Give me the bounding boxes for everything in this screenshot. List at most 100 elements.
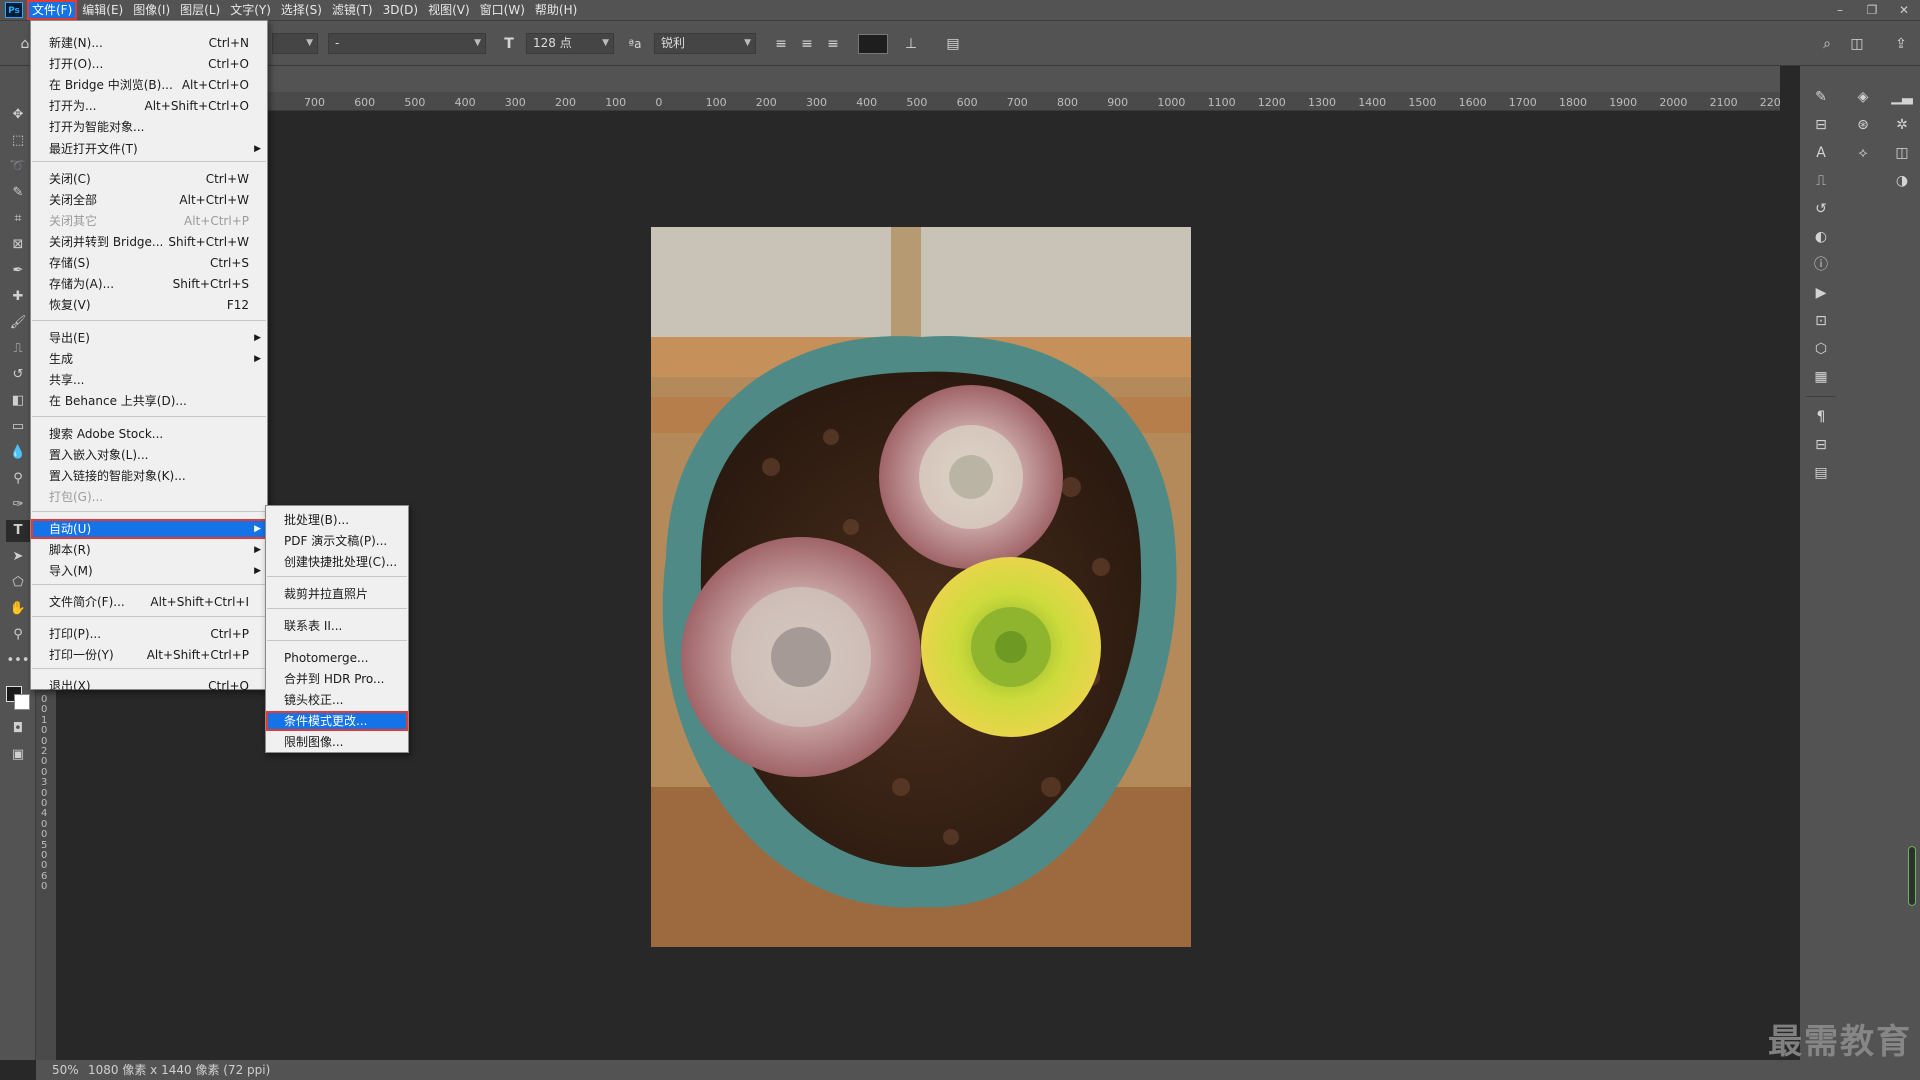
font-family-select-tail[interactable]: ▼: [272, 33, 318, 54]
automate-menu-item[interactable]: 联系表 II...: [266, 616, 408, 636]
path-select-tool-icon[interactable]: ➤: [6, 546, 30, 568]
automate-menu-item[interactable]: 创建快捷批处理(C)...: [266, 552, 408, 572]
info-icon[interactable]: ⓘ: [1810, 254, 1832, 276]
menu-6[interactable]: 滤镜(T): [327, 0, 378, 20]
menu-10[interactable]: 帮助(H): [530, 0, 582, 20]
lasso-tool-icon[interactable]: ➰: [6, 156, 30, 178]
document-info[interactable]: 1080 像素 x 1440 像素 (72 ppi): [88, 1060, 270, 1080]
vertical-scrollbar[interactable]: [1908, 846, 1916, 906]
paragraph-icon[interactable]: ¶: [1810, 406, 1832, 428]
paths-icon[interactable]: ⟡: [1852, 142, 1874, 164]
file-menu-item[interactable]: 打印一份(Y) Alt+Shift+Ctrl+P: [31, 645, 267, 665]
menu-9[interactable]: 窗口(W): [475, 0, 530, 20]
paragraph-styles-icon[interactable]: ⊟: [1810, 434, 1832, 456]
align-left-icon[interactable]: ≡: [770, 33, 792, 55]
dodge-tool-icon[interactable]: ⚲: [6, 468, 30, 490]
histogram-icon[interactable]: ▁▃: [1891, 86, 1913, 108]
file-menu-item[interactable]: 共享...: [31, 370, 267, 390]
file-menu-item[interactable]: 退出(X) Ctrl+Q: [31, 676, 267, 696]
automate-menu-item[interactable]: 裁剪并拉直照片: [266, 584, 408, 604]
text-color-swatch[interactable]: [858, 34, 888, 54]
file-menu-item[interactable]: 在 Behance 上共享(D)...: [31, 391, 267, 411]
restore-button[interactable]: ❐: [1856, 0, 1888, 20]
automate-menu-item[interactable]: 镜头校正...: [266, 690, 408, 710]
file-menu-item[interactable]: 打开为... Alt+Shift+Ctrl+O: [31, 96, 267, 116]
menu-3[interactable]: 图层(L): [175, 0, 225, 20]
file-menu-item[interactable]: 存储(S) Ctrl+S: [31, 253, 267, 273]
menu-5[interactable]: 选择(S): [276, 0, 327, 20]
automate-menu-item[interactable]: Photomerge...: [266, 648, 408, 668]
file-menu-item[interactable]: 最近打开文件(T) ▶: [31, 139, 267, 159]
frame-tool-icon[interactable]: ⊠: [6, 234, 30, 256]
file-menu-item[interactable]: 导出(E) ▶: [31, 328, 267, 348]
automate-menu-item[interactable]: 限制图像...: [266, 732, 408, 752]
file-menu-item[interactable]: 关闭并转到 Bridge... Shift+Ctrl+W: [31, 232, 267, 252]
more-tools-icon[interactable]: •••: [6, 650, 30, 672]
menu-4[interactable]: 文字(Y): [225, 0, 276, 20]
automate-menu-item[interactable]: 合并到 HDR Pro...: [266, 669, 408, 689]
hand-tool-icon[interactable]: ✋: [6, 598, 30, 620]
quick-select-tool-icon[interactable]: ✎: [6, 182, 30, 204]
screen-mode-icon[interactable]: ▣: [6, 744, 30, 766]
file-menu-item[interactable]: 恢复(V) F12: [31, 295, 267, 315]
file-menu-item[interactable]: 搜索 Adobe Stock...: [31, 424, 267, 444]
antialias-select[interactable]: 锐利 ▼: [654, 33, 756, 54]
font-style-select[interactable]: - ▼: [328, 33, 486, 54]
automate-menu-item[interactable]: PDF 演示文稿(P)...: [266, 531, 408, 551]
eyedropper-tool-icon[interactable]: ✒: [6, 260, 30, 282]
file-menu-item[interactable]: 在 Bridge 中浏览(B)... Alt+Ctrl+O: [31, 75, 267, 95]
file-menu-item[interactable]: 关闭全部 Alt+Ctrl+W: [31, 190, 267, 210]
pen-tool-icon[interactable]: ✑: [6, 494, 30, 516]
3d-icon[interactable]: ⬡: [1810, 338, 1832, 360]
file-menu-item[interactable]: 打开(O)... Ctrl+O: [31, 54, 267, 74]
file-menu-item[interactable]: 自动(U) ▶: [31, 519, 267, 539]
file-menu-item[interactable]: 置入链接的智能对象(K)...: [31, 466, 267, 486]
notes-icon[interactable]: ⊡: [1810, 310, 1832, 332]
move-tool-icon[interactable]: ✥: [6, 104, 30, 126]
file-menu-item[interactable]: 打开为智能对象...: [31, 117, 267, 137]
file-menu-item[interactable]: 存储为(A)... Shift+Ctrl+S: [31, 274, 267, 294]
search-icon[interactable]: ⌕: [1816, 33, 1838, 55]
brush-settings-icon[interactable]: ✎: [1810, 86, 1832, 108]
table-icon[interactable]: ▦: [1810, 366, 1832, 388]
menu-1[interactable]: 编辑(E): [77, 0, 128, 20]
color-icon[interactable]: ◑: [1891, 170, 1913, 192]
brush-tool-icon[interactable]: 🖌: [6, 312, 30, 334]
shape-tool-icon[interactable]: ⬠: [6, 572, 30, 594]
eraser-tool-icon[interactable]: ◧: [6, 390, 30, 412]
zoom-tool-icon[interactable]: ⚲: [6, 624, 30, 646]
channels-icon[interactable]: ⊛: [1852, 114, 1874, 136]
history-icon[interactable]: ↺: [1810, 198, 1832, 220]
menu-0[interactable]: 文件(F): [27, 0, 78, 20]
libraries-icon[interactable]: ◫: [1891, 142, 1913, 164]
font-size-select[interactable]: 128 点 ▼: [526, 33, 614, 54]
file-menu-item[interactable]: 关闭(C) Ctrl+W: [31, 169, 267, 189]
blur-tool-icon[interactable]: 💧: [6, 442, 30, 464]
menu-8[interactable]: 视图(V): [423, 0, 475, 20]
actions-icon[interactable]: ▶: [1810, 282, 1832, 304]
healing-tool-icon[interactable]: ✚: [6, 286, 30, 308]
menu-2[interactable]: 图像(I): [128, 0, 175, 20]
file-menu-item[interactable]: 导入(M) ▶: [31, 561, 267, 581]
align-right-icon[interactable]: ≡: [822, 33, 844, 55]
adjustments-icon[interactable]: ◐: [1810, 226, 1832, 248]
navigator-icon[interactable]: ✲: [1891, 114, 1913, 136]
file-menu-item[interactable]: 新建(N)... Ctrl+N: [31, 33, 267, 53]
file-menu-item[interactable]: 置入嵌入对象(L)...: [31, 445, 267, 465]
file-menu-item[interactable]: 脚本(R) ▶: [31, 540, 267, 560]
close-button[interactable]: ✕: [1888, 0, 1920, 20]
history-brush-tool-icon[interactable]: ↺: [6, 364, 30, 386]
character-panel-icon[interactable]: ▤: [942, 33, 964, 55]
character-styles-icon[interactable]: ▤: [1810, 462, 1832, 484]
quick-mask-icon[interactable]: ◘: [6, 718, 30, 740]
stamp-tool-icon[interactable]: ⎍: [6, 338, 30, 360]
align-center-icon[interactable]: ≡: [796, 33, 818, 55]
file-menu-item[interactable]: 打印(P)... Ctrl+P: [31, 624, 267, 644]
gradient-tool-icon[interactable]: ▭: [6, 416, 30, 438]
crop-tool-icon[interactable]: ⌗: [6, 208, 30, 230]
character-icon[interactable]: A: [1810, 142, 1832, 164]
type-tool-icon[interactable]: T: [6, 520, 30, 542]
marquee-tool-icon[interactable]: ⬚: [6, 130, 30, 152]
zoom-level[interactable]: 50%: [52, 1060, 79, 1080]
automate-menu-item[interactable]: 条件模式更改...: [266, 711, 408, 731]
